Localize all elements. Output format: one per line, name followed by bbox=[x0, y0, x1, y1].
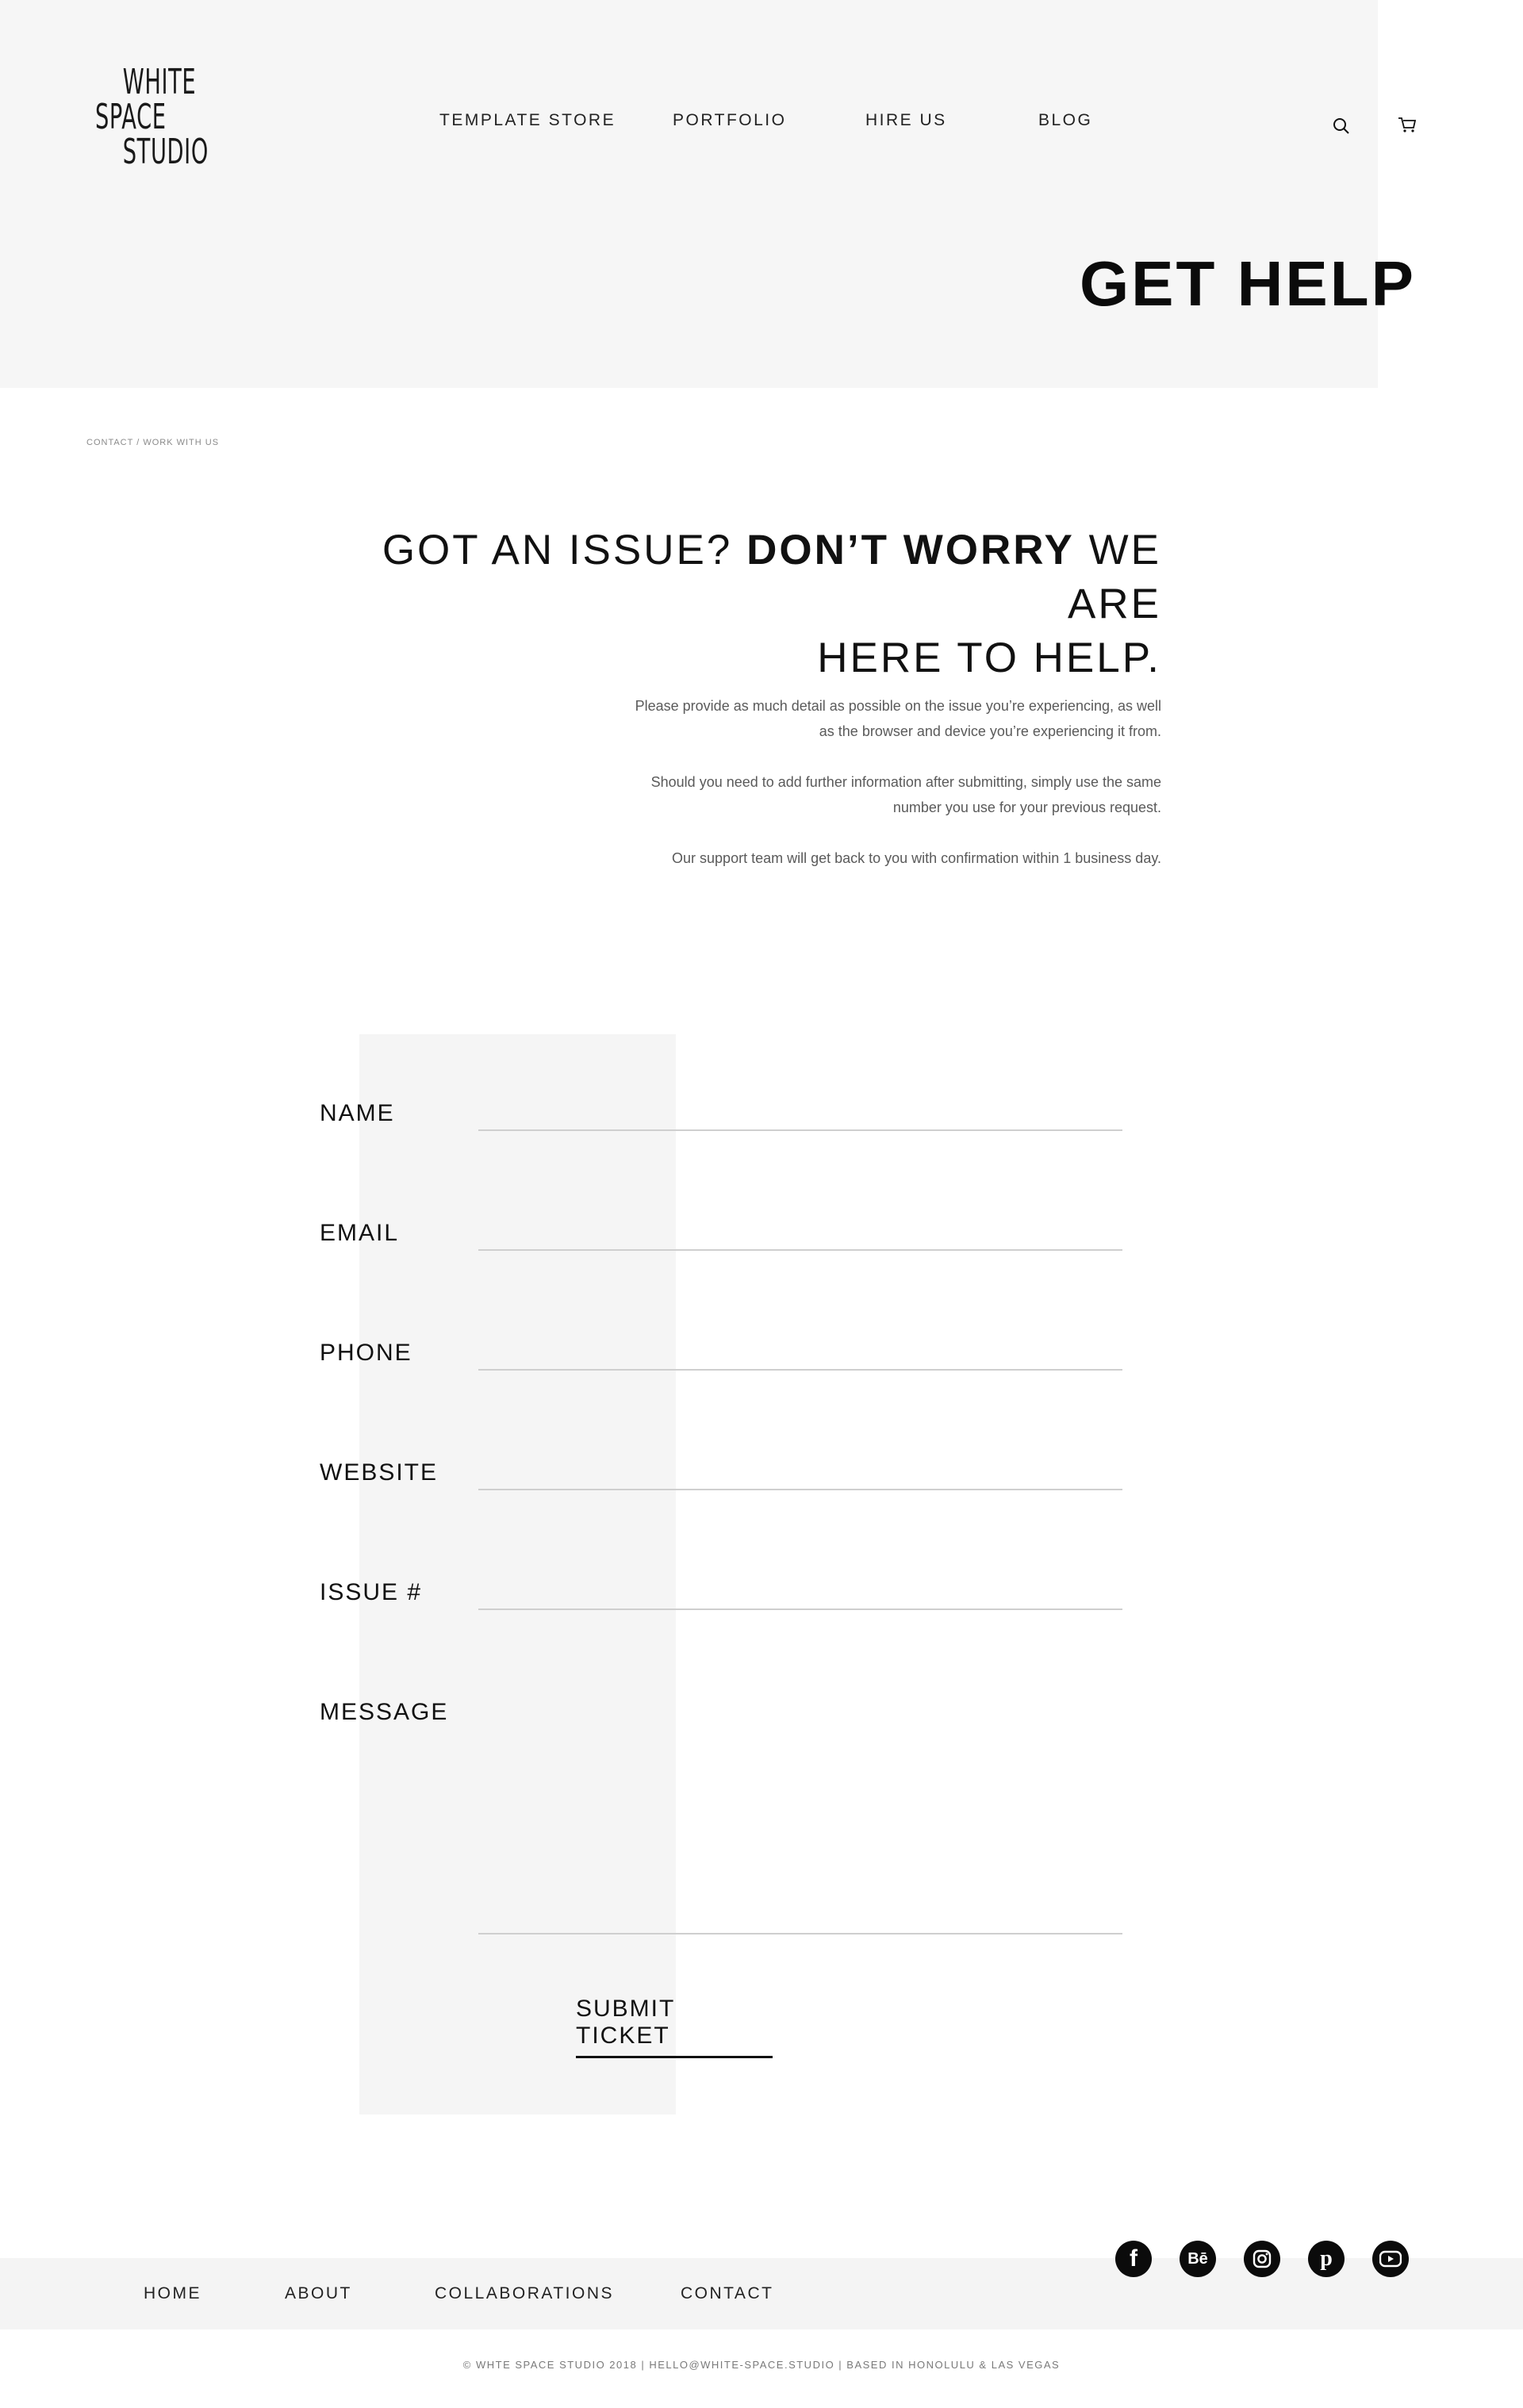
page-title: GET HELP bbox=[1079, 248, 1416, 319]
phone-underline bbox=[478, 1369, 1122, 1371]
nav-template-store[interactable]: TEMPLATE STORE bbox=[439, 111, 616, 130]
headline-line2: HERE TO HELP. bbox=[817, 635, 1161, 681]
issue-number-underline bbox=[478, 1609, 1122, 1610]
behance-icon[interactable]: Bē bbox=[1180, 2241, 1216, 2277]
headline-part2: WE ARE bbox=[1068, 527, 1161, 627]
email-label: EMAIL bbox=[320, 1220, 400, 1246]
footer-nav-home[interactable]: HOME bbox=[144, 2284, 201, 2303]
message-field[interactable] bbox=[478, 1697, 1126, 1931]
email-field[interactable] bbox=[478, 1210, 1126, 1251]
headline: GOT AN ISSUE? DON’T WORRY WE ARE HERE TO… bbox=[289, 523, 1161, 685]
hero-background bbox=[0, 0, 1378, 388]
cart-icon[interactable] bbox=[1395, 113, 1419, 136]
logo[interactable]: WHITE SPACE STUDIO bbox=[95, 62, 209, 176]
submit-ticket-button[interactable]: SUBMIT TICKET bbox=[576, 1996, 773, 2058]
youtube-icon[interactable] bbox=[1372, 2241, 1409, 2277]
intro-paragraph-3: Our support team will get back to you wi… bbox=[672, 850, 1161, 866]
footer-nav-about[interactable]: ABOUT bbox=[285, 2284, 352, 2303]
message-label: MESSAGE bbox=[320, 1699, 449, 1725]
email-underline bbox=[478, 1249, 1122, 1251]
search-icon[interactable] bbox=[1329, 114, 1353, 138]
breadcrumb[interactable]: CONTACT / WORK WITH US bbox=[86, 438, 219, 447]
footer-nav-collaborations[interactable]: COLLABORATIONS bbox=[435, 2284, 614, 2303]
website-label: WEBSITE bbox=[320, 1459, 439, 1486]
phone-field[interactable] bbox=[478, 1329, 1126, 1371]
copyright-text: © WHTE SPACE STUDIO 2018 | HELLO@WHITE-S… bbox=[462, 2359, 1061, 2371]
name-field[interactable] bbox=[478, 1090, 1126, 1131]
phone-label: PHONE bbox=[320, 1340, 412, 1366]
intro-paragraph-1: Please provide as much detail as possibl… bbox=[635, 698, 1161, 739]
logo-line-2: SPACE bbox=[95, 97, 167, 137]
name-label: NAME bbox=[320, 1100, 395, 1126]
nav-portfolio[interactable]: PORTFOLIO bbox=[673, 111, 786, 130]
nav-blog[interactable]: BLOG bbox=[1038, 111, 1092, 130]
issue-number-label: ISSUE # bbox=[320, 1579, 423, 1605]
message-underline bbox=[478, 1933, 1122, 1934]
pinterest-icon[interactable]: p bbox=[1308, 2241, 1345, 2277]
facebook-icon[interactable]: f bbox=[1115, 2241, 1152, 2277]
name-underline bbox=[478, 1129, 1122, 1131]
headline-bold: DON’T WORRY bbox=[746, 527, 1075, 573]
issue-number-field[interactable] bbox=[478, 1569, 1126, 1610]
nav-hire-us[interactable]: HIRE US bbox=[865, 111, 947, 130]
website-field[interactable] bbox=[478, 1449, 1126, 1490]
intro-paragraph-2: Should you need to add further informati… bbox=[650, 774, 1161, 815]
footer-nav-contact[interactable]: CONTACT bbox=[681, 2284, 773, 2303]
logo-line-3: STUDIO bbox=[122, 132, 209, 172]
headline-part1: GOT AN ISSUE? bbox=[382, 527, 747, 573]
website-underline bbox=[478, 1489, 1122, 1490]
instagram-icon[interactable] bbox=[1244, 2241, 1280, 2277]
logo-line-1: WHITE bbox=[122, 62, 197, 102]
